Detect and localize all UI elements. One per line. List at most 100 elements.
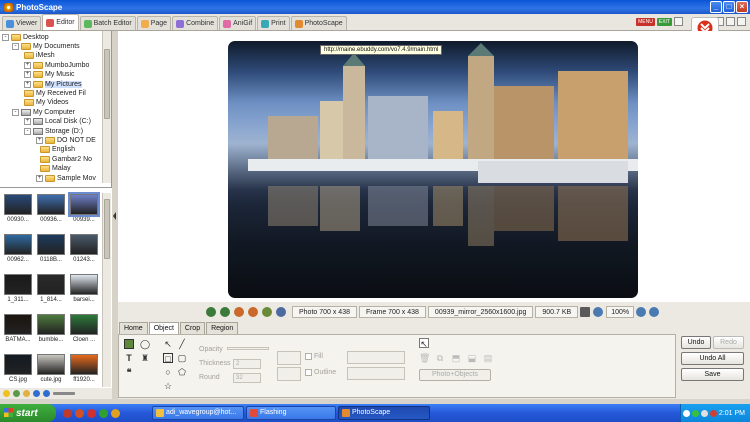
- tab-combine[interactable]: Combine: [172, 16, 219, 30]
- duplicate-icon[interactable]: ⧉: [435, 353, 445, 363]
- thumbnail-item[interactable]: 00936...: [35, 194, 67, 231]
- photo-object-icon[interactable]: [124, 339, 134, 349]
- quick-launch-app-icon[interactable]: [63, 408, 72, 418]
- thumbnail-item[interactable]: 00939...: [68, 192, 100, 231]
- pointer-icon[interactable]: ↖: [419, 338, 429, 349]
- send-back-icon[interactable]: ⬓: [467, 353, 477, 363]
- quote-icon[interactable]: ❝: [124, 367, 134, 377]
- thickness-input[interactable]: 2: [233, 359, 261, 369]
- winamp-icon[interactable]: [111, 408, 120, 418]
- tab-batch-editor[interactable]: Batch Editor: [79, 16, 136, 30]
- symbol-icon[interactable]: ♜: [140, 353, 150, 363]
- minimize-button[interactable]: _: [710, 1, 722, 13]
- fullscreen-icon[interactable]: [737, 17, 746, 26]
- tray-expand-icon[interactable]: [682, 409, 690, 417]
- tab-viewer[interactable]: Viewer: [2, 16, 42, 30]
- thumbnail-item[interactable]: 01243...: [68, 234, 100, 271]
- rotate-left-icon[interactable]: [206, 307, 216, 317]
- taskbar-window-email[interactable]: adi_wavegroup@hot...: [152, 406, 244, 420]
- ellipse-icon[interactable]: ○: [163, 367, 173, 377]
- thumbnail-item[interactable]: bumble...: [35, 314, 67, 351]
- expand-toggle-icon[interactable]: +: [24, 61, 31, 69]
- expand-toggle-icon[interactable]: +: [24, 80, 31, 88]
- tray-volume-icon[interactable]: [700, 409, 708, 417]
- rectangle-icon[interactable]: □: [163, 353, 173, 364]
- zoom-in-icon[interactable]: [636, 307, 647, 317]
- messenger-icon[interactable]: [99, 408, 108, 418]
- zoom-minus-icon[interactable]: [649, 307, 660, 317]
- tab-page[interactable]: Page: [136, 16, 172, 30]
- tab-region[interactable]: Region: [206, 322, 239, 334]
- expand-toggle-icon[interactable]: +: [24, 71, 31, 79]
- align-icon[interactable]: ▤: [483, 353, 493, 363]
- tray-network-icon[interactable]: [691, 409, 699, 417]
- exit-button[interactable]: EXIT: [656, 17, 672, 26]
- thumbnail-item[interactable]: 00930...: [2, 194, 34, 231]
- undo-all-button[interactable]: Undo All: [681, 352, 744, 365]
- text-icon[interactable]: T: [124, 353, 134, 363]
- tray-antivirus-icon[interactable]: [709, 409, 717, 417]
- photo-objects-button[interactable]: Photo+Objects: [419, 369, 491, 381]
- redo-button[interactable]: Redo: [713, 336, 744, 349]
- back-arrow-icon[interactable]: [33, 390, 40, 397]
- star-icon[interactable]: [3, 390, 10, 397]
- rounded-rect-icon[interactable]: ▢: [177, 353, 187, 363]
- window-layout-icon[interactable]: [726, 17, 735, 26]
- outline-checkbox-box[interactable]: [305, 369, 312, 376]
- thumbnail-item[interactable]: barsei...: [68, 274, 100, 311]
- thumbnail-item[interactable]: cute.jpg: [35, 354, 67, 391]
- opera-icon[interactable]: [87, 408, 96, 418]
- scrollbar-thumb[interactable]: [104, 199, 110, 259]
- folder-tree[interactable]: - Desktop - My Documents iMesh + MumboJumbo + My…: [0, 31, 100, 183]
- opacity-slider[interactable]: [227, 347, 269, 350]
- outline-checkbox[interactable]: Outline: [305, 369, 336, 376]
- taskbar-window-flashing[interactable]: Flashing: [246, 406, 336, 420]
- edited-photo[interactable]: [228, 41, 638, 298]
- tab-print[interactable]: Print: [257, 16, 290, 30]
- flip-horizontal-icon[interactable]: [234, 307, 244, 317]
- select-icon[interactable]: ↖: [163, 339, 173, 349]
- tab-anigif[interactable]: AniGif: [219, 16, 257, 30]
- expand-toggle-icon[interactable]: +: [36, 136, 43, 144]
- collapse-toggle-icon[interactable]: -: [24, 127, 31, 135]
- outline-color-swatch[interactable]: [277, 367, 301, 381]
- expand-toggle-icon[interactable]: +: [36, 174, 43, 182]
- fill-checkbox-box[interactable]: [305, 353, 312, 360]
- refresh-icon[interactable]: [13, 390, 20, 397]
- collapse-toggle-icon[interactable]: -: [2, 33, 9, 41]
- pentagon-icon[interactable]: ⬠: [177, 367, 187, 377]
- fill-color-swatch[interactable]: [277, 351, 301, 365]
- collapse-toggle-icon[interactable]: -: [12, 108, 19, 116]
- thumbnail-item[interactable]: 1_814...: [35, 274, 67, 311]
- tab-editor[interactable]: Editor: [42, 14, 79, 30]
- taskbar-window-photoscape[interactable]: PhotoScape: [338, 406, 430, 420]
- speech-balloon-icon[interactable]: ◯: [140, 339, 150, 349]
- firefox-icon[interactable]: [75, 408, 84, 418]
- tree-node[interactable]: +DVD-RAM Drive: [36, 182, 100, 183]
- start-button[interactable]: start: [0, 404, 56, 422]
- thumbnail-item[interactable]: BATMA...: [2, 314, 34, 351]
- thumbnail-item[interactable]: Cloen ...: [68, 314, 100, 351]
- folder-tree-scrollbar[interactable]: [102, 31, 111, 183]
- thumbnail-item[interactable]: 00962...: [2, 234, 34, 271]
- fill-style-dropdown[interactable]: [347, 351, 405, 364]
- fit-to-window-icon[interactable]: [580, 307, 591, 317]
- flip-vertical-icon[interactable]: [248, 307, 258, 317]
- thumbnail-item[interactable]: 0118B...: [35, 234, 67, 271]
- forward-arrow-icon[interactable]: [43, 390, 50, 397]
- round-input[interactable]: 32: [233, 373, 261, 383]
- thumbnail-size-slider[interactable]: [53, 392, 75, 395]
- menu-button[interactable]: MENU: [636, 17, 655, 26]
- line-icon[interactable]: ╱: [177, 339, 187, 349]
- tab-photoscape[interactable]: PhotoScape: [290, 16, 347, 30]
- delete-object-icon[interactable]: 🗑: [419, 353, 430, 363]
- star-shape-icon[interactable]: ☆: [163, 381, 173, 391]
- refresh-icon[interactable]: [276, 307, 286, 317]
- resize-icon[interactable]: [262, 307, 272, 317]
- undo-button[interactable]: Undo: [681, 336, 711, 349]
- bring-front-icon[interactable]: ⬒: [451, 353, 461, 363]
- folder-icon[interactable]: [23, 390, 30, 397]
- save-button[interactable]: Save: [681, 368, 744, 381]
- tab-home[interactable]: Home: [119, 322, 148, 334]
- collapse-toggle-icon[interactable]: -: [12, 42, 19, 50]
